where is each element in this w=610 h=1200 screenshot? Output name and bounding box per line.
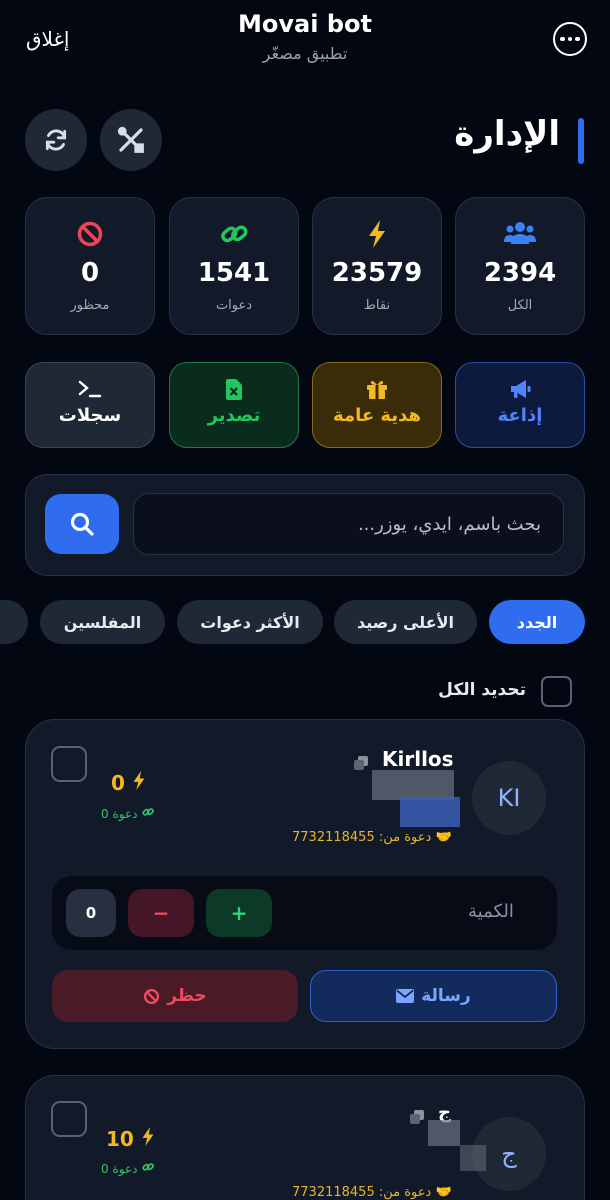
gift-icon [367,380,387,399]
redacted-id [400,797,460,827]
select-all-label: تحديد الكل [438,680,526,700]
plus-icon: + [230,901,248,925]
copy-icon[interactable] [409,1109,425,1125]
ban-label: حظر [167,986,207,1006]
filter-top-balance[interactable]: الأعلى رصيد [334,600,477,644]
invited-by: دعوة من: 7732118455 🤝 [292,1185,452,1200]
invited-by: دعوة من: 7732118455 🤝 [292,830,452,845]
invites-count: 0 دعوة [101,806,155,821]
tools-button[interactable] [100,109,162,171]
stat-label: الكل [507,298,533,313]
link-icon [142,808,155,816]
bolt-icon [133,771,145,790]
logs-label: سجلات [58,405,122,426]
megaphone-icon [511,380,531,398]
stat-card-points: 23579 نقاط [312,197,442,335]
users-icon [504,222,536,244]
invites-text: 0 دعوة [101,1162,138,1176]
stat-value: 0 [80,258,100,288]
handshake-icon: 🤝 [435,830,452,845]
bolt-icon [369,220,385,248]
invites-count: 0 دعوة [101,1161,155,1176]
filter-newest[interactable]: الجدد [489,600,585,644]
app-title: Movai bot [238,10,372,38]
points-value: 10 [106,1127,155,1151]
global-gift-button[interactable]: هدية عامة [312,362,442,448]
link-icon [221,225,248,243]
invites-text: 0 دعوة [101,807,138,821]
refresh-icon [45,129,67,151]
redacted-id [460,1145,486,1171]
terminal-icon [78,380,102,398]
stat-card-banned: 0 محظور [25,197,155,335]
search-icon [70,512,94,536]
stat-card-invites: 1541 دعوات [169,197,299,335]
stat-value: 23579 [331,258,423,288]
quantity-label: الكمية [468,901,514,922]
envelope-icon [396,989,415,1003]
invited-by-text: دعوة من: 7732118455 [292,1185,432,1200]
title-accent-bar [578,118,584,164]
global-gift-label: هدية عامة [333,405,421,426]
filter-overflow-item[interactable] [0,600,28,644]
copy-icon[interactable] [353,755,369,771]
redacted-username [428,1120,460,1146]
stat-label: دعوات [215,298,253,313]
ban-button[interactable]: حظر [52,970,298,1022]
bolt-icon [142,1127,154,1146]
handshake-icon: 🤝 [435,1185,452,1200]
export-button[interactable]: تصدير [169,362,299,448]
section-title: الإدارة [454,114,560,154]
ban-icon [144,988,160,1004]
stat-label: محظور [70,298,110,313]
filter-broke[interactable]: المفلسين [40,600,165,644]
tools-icon [117,126,144,153]
more-options-button[interactable] [553,22,587,56]
broadcast-label: إذاعة [497,405,543,426]
more-dots-icon [560,36,580,42]
stat-label: نقاط [363,298,391,313]
user-select-checkbox[interactable] [51,1101,87,1137]
select-all-checkbox[interactable] [541,676,572,707]
points-value: 0 [111,771,146,795]
points-number: 10 [106,1127,134,1151]
export-label: تصدير [207,405,261,426]
user-select-checkbox[interactable] [51,746,87,782]
stat-value: 2394 [483,258,557,288]
avatar: KI [472,761,546,835]
points-number: 0 [111,771,125,795]
excel-icon [226,379,242,400]
increase-button[interactable]: + [206,889,272,937]
quantity-input[interactable]: 0 [66,889,116,937]
refresh-button[interactable] [25,109,87,171]
decrease-button[interactable]: − [128,889,194,937]
broadcast-button[interactable]: إذاعة [455,362,585,448]
stat-card-total: 2394 الكل [455,197,585,335]
invited-by-text: دعوة من: 7732118455 [292,830,432,845]
link-icon [142,1163,155,1171]
message-label: رسالة [421,986,471,1006]
redacted-username [372,770,454,800]
app-subtitle: تطبيق مصغّر [262,44,348,63]
stat-value: 1541 [197,258,271,288]
message-button[interactable]: رسالة [310,970,557,1022]
ban-icon [77,221,103,247]
user-name: Kirllos [382,747,454,771]
search-button[interactable] [45,494,119,554]
minus-icon: − [152,901,170,925]
search-input[interactable] [133,493,564,555]
logs-button[interactable]: سجلات [25,362,155,448]
filter-most-invites[interactable]: الأكثر دعوات [177,600,323,644]
